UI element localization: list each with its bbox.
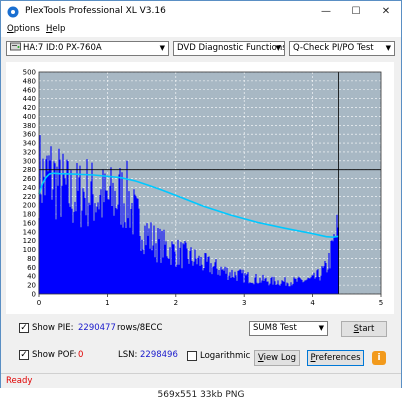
y-tick-label: 480 [23,77,36,85]
lsn-label: LSN: [118,350,138,360]
y-tick-label: 180 [23,211,36,219]
status-text: Ready [6,376,33,386]
view-log-button[interactable]: View Log [254,350,300,366]
y-tick-label: 340 [23,140,36,148]
y-tick-label: 500 [23,69,36,77]
y-tick-label: 440 [23,95,36,103]
y-tick-label: 280 [23,166,36,174]
chevron-down-icon: ▼ [318,324,324,332]
y-tick-label: 420 [23,104,36,112]
title-bar: PlexTools Professional XL V3.16 — ☐ ✕ [1,1,401,23]
test-select[interactable]: Q-Check PI/PO Test ▼ [289,41,395,56]
preferences-button[interactable]: Preferences [307,350,364,366]
info-button[interactable]: i [372,351,386,365]
lsn-value: 2298496 [140,350,178,360]
y-axis-ticks: 0204060801001201401601802002202402602803… [23,69,36,299]
y-tick-label: 160 [23,219,36,227]
menu-options[interactable]: Options [7,24,40,34]
minimize-icon[interactable]: — [311,1,341,23]
start-button[interactable]: Start [341,321,387,337]
y-tick-label: 300 [23,157,36,165]
close-icon[interactable]: ✕ [371,1,401,23]
y-tick-label: 360 [23,131,36,139]
pof-value: 0 [78,350,84,360]
y-tick-label: 260 [23,175,36,183]
menu-bar: Options Help [1,23,401,37]
app-window: PlexTools Professional XL V3.16 — ☐ ✕ Op… [0,0,402,404]
y-tick-label: 220 [23,193,36,201]
x-tick-label: 4 [310,299,315,307]
maximize-icon[interactable]: ☐ [341,1,371,23]
show-pof-checkbox[interactable]: ✓ [19,350,29,360]
x-axis-ticks: 0 1 2 3 4 5 [37,294,383,307]
pi-chart: 0204060801001201401601802002202402602803… [23,69,384,308]
sum8-select[interactable]: SUM8 Test ▼ [249,321,328,336]
menu-help[interactable]: Help [46,24,65,34]
controls-panel: ✓ Show PIE: 2290477 rows/8ECC ✓ Show POF… [6,317,394,371]
y-tick-label: 120 [23,237,36,245]
chevron-down-icon: ▼ [159,44,165,52]
toolbar: HA:7 ID:0 PX-760A ▼ DVD Diagnostic Funct… [1,37,401,59]
x-tick-label: 3 [242,299,246,307]
status-bar: Ready [1,373,401,388]
drive-icon [10,42,21,51]
image-caption: 569x551 33kb PNG [0,388,402,404]
show-pie-label: Show PIE: [32,323,74,333]
y-tick-label: 320 [23,148,36,156]
drive-select[interactable]: HA:7 ID:0 PX-760A ▼ [6,41,169,56]
y-tick-label: 40 [27,273,36,281]
y-tick-label: 0 [32,291,36,299]
window-title: PlexTools Professional XL V3.16 [25,6,166,16]
y-tick-label: 20 [27,282,36,290]
x-tick-label: 0 [37,299,41,307]
logarithmic-checkbox[interactable] [187,351,197,361]
y-tick-label: 460 [23,86,36,94]
plextools-icon [7,6,19,18]
y-tick-label: 380 [23,122,36,130]
pie-value: 2290477 [78,323,116,333]
y-tick-label: 100 [23,246,36,254]
show-pie-checkbox[interactable]: ✓ [19,323,29,333]
logarithmic-label: Logarithmic [200,351,251,361]
y-tick-label: 240 [23,184,36,192]
x-tick-label: 2 [174,299,178,307]
pi-chart-panel: 0 20 40 60 80 100 120 140 160 180 200 220 240 260 280 3… [6,62,394,314]
y-tick-label: 60 [27,264,36,272]
y-tick-label: 400 [23,113,36,121]
show-pof-label: Show POF: [32,350,77,360]
y-tick-label: 80 [27,255,36,263]
y-tick-label: 200 [23,202,36,210]
chevron-down-icon: ▼ [385,44,391,52]
chevron-down-icon: ▼ [275,44,281,52]
function-select[interactable]: DVD Diagnostic Functions ▼ [173,41,285,56]
x-tick-label: 1 [105,299,109,307]
pie-unit: rows/8ECC [117,323,163,333]
x-tick-label: 5 [379,299,383,307]
y-tick-label: 140 [23,228,36,236]
